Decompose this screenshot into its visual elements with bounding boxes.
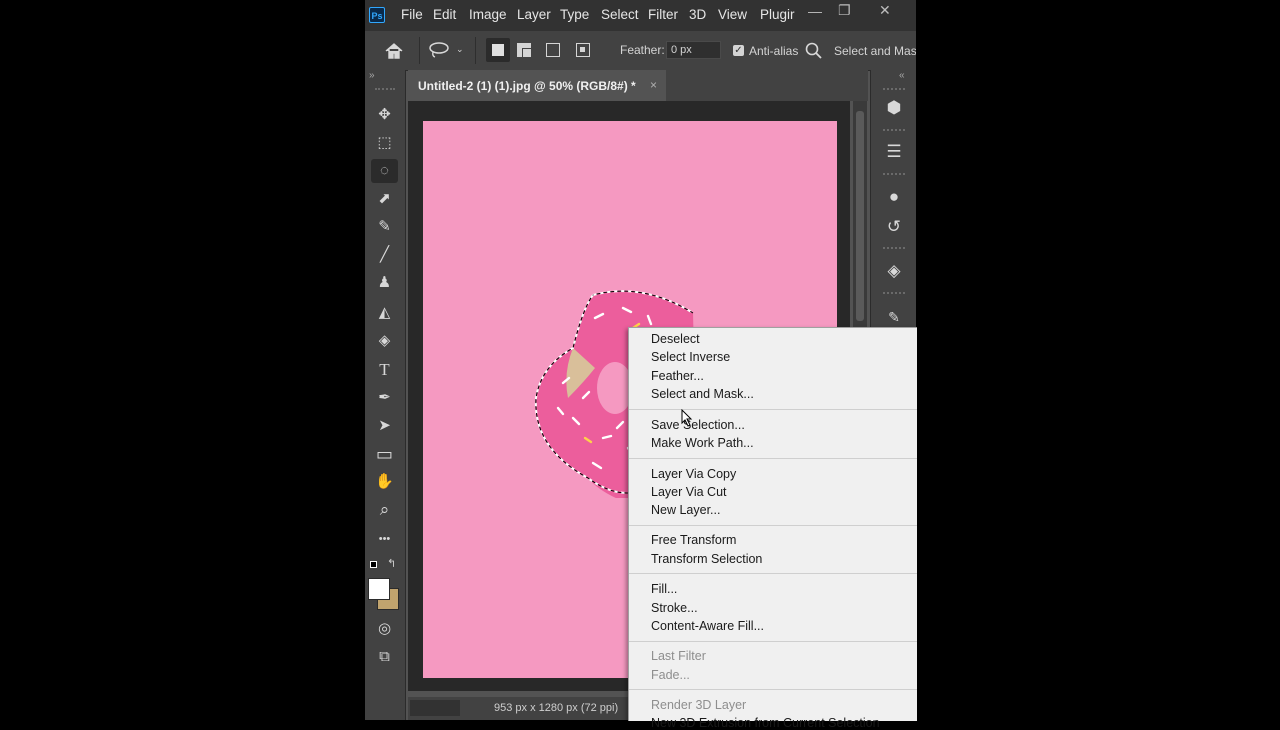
options-bar: ⌄ Feather: 0 px ✓ Anti-alias Select and … [365,31,916,71]
anti-alias-checkbox[interactable]: ✓ [733,45,744,56]
document-dimensions: 953 px x 1280 px (72 ppi) [494,702,619,714]
menu-view[interactable]: View [718,7,747,22]
menu-item-layer-via-copy[interactable]: Layer Via Copy [651,467,736,481]
menu-image[interactable]: Image [469,7,507,22]
menu-item-stroke[interactable]: Stroke... [651,601,698,615]
adjustments-sliders-icon[interactable]: ☰ [880,138,908,166]
eraser-tool-icon[interactable]: ◭ [371,301,398,325]
collapse-arrows-icon[interactable]: » [369,70,375,81]
select-and-mask-button[interactable]: Select and Mask [834,44,916,58]
maximize-button[interactable]: ❐ [838,2,851,19]
more-tools-icon[interactable]: ••• [371,527,398,551]
hand-tool-icon[interactable]: ✋ [371,470,398,494]
panel-grip[interactable] [883,292,905,294]
document-tab-bar: Untitled-2 (1) (1).jpg @ 50% (RGB/8#) * … [408,70,868,101]
search-icon[interactable] [805,42,822,59]
collapse-panels-icon[interactable]: « [899,70,905,81]
menu-separator [629,458,917,459]
add-overlap-icon [522,48,532,58]
panel-grip[interactable] [883,173,905,175]
eyedropper-tool-icon[interactable]: ✎ [371,215,398,239]
move-tool-icon[interactable]: ✥ [371,103,398,127]
lasso-tool-preset-icon[interactable] [428,41,450,59]
document-tab[interactable]: Untitled-2 (1) (1).jpg @ 50% (RGB/8#) * … [408,70,666,101]
history-icon[interactable]: ↺ [880,213,908,241]
panel-grip[interactable] [375,88,395,90]
menu-item-layer-via-cut[interactable]: Layer Via Cut [651,485,727,499]
menu-item-transform-selection[interactable]: Transform Selection [651,552,762,566]
subtract-from-selection-icon[interactable] [546,43,560,57]
chevron-down-icon[interactable]: ⌄ [456,44,464,55]
menu-plugins[interactable]: Plugir [760,7,795,22]
foreground-color-swatch[interactable] [368,578,390,600]
divider [419,37,420,64]
menu-select[interactable]: Select [601,7,639,22]
brush-tool-icon[interactable]: ╱ [371,243,398,267]
menu-item-free-transform[interactable]: Free Transform [651,533,736,547]
marquee-tool-icon[interactable]: ⬚ [371,131,398,155]
menu-item-render-3d-layer: Render 3D Layer [651,698,747,712]
menu-separator [629,409,917,410]
menu-item-fill[interactable]: Fill... [651,582,677,596]
menu-item-select-and-mask[interactable]: Select and Mask... [651,387,754,401]
layers-icon[interactable]: ◈ [880,257,908,285]
menu-layer[interactable]: Layer [517,7,551,22]
menu-separator [629,573,917,574]
default-colors-icon[interactable] [370,561,377,568]
screen-mode-icon[interactable]: ⧉ [371,645,398,669]
menu-item-content-aware-fill[interactable]: Content-Aware Fill... [651,619,764,633]
scrollbar-thumb[interactable] [856,111,864,321]
menu-separator [629,689,917,690]
minimize-button[interactable]: — [808,3,822,19]
anti-alias-label: Anti-alias [749,44,799,58]
panel-grip[interactable] [883,129,905,131]
panel-grip[interactable] [883,247,905,249]
panel-grip[interactable] [883,88,905,90]
swap-colors-icon[interactable]: ↰ [387,557,396,570]
zoom-level-field[interactable] [410,700,460,716]
object-selection-tool-icon[interactable]: ⬈ [371,187,398,211]
zoom-tool-icon[interactable]: ⌕ [371,498,398,522]
paint-bucket-tool-icon[interactable]: ◈ [371,329,398,353]
menu-edit[interactable]: Edit [433,7,456,22]
menu-separator [629,641,917,642]
divider [475,37,476,64]
new-selection-button[interactable] [486,38,510,62]
mouse-cursor-icon [681,409,693,427]
rectangle-tool-icon[interactable]: ▭ [371,442,398,466]
menu-item-feather[interactable]: Feather... [651,369,704,383]
quick-mask-icon[interactable]: ◎ [371,617,398,641]
close-tab-icon[interactable]: × [650,78,657,92]
feather-input[interactable]: 0 px [666,41,721,59]
document-tab-title: Untitled-2 (1) (1).jpg @ 50% (RGB/8#) * [418,79,636,93]
selection-context-menu: Deselect Select Inverse Feather... Selec… [628,327,917,730]
title-bar: Ps File Edit Image Layer Type Select Fil… [365,0,916,31]
menu-type[interactable]: Type [560,7,589,22]
menu-item-new-3d-extrusion[interactable]: New 3D Extrusion from Current Selection [651,716,880,730]
pen-tool-icon[interactable]: ✒ [371,386,398,410]
menu-item-deselect[interactable]: Deselect [651,332,700,346]
type-tool-icon[interactable]: T [371,358,398,382]
menu-item-save-selection[interactable]: Save Selection... [651,418,745,432]
feather-label: Feather: [620,43,665,57]
3d-cube-icon[interactable]: ⬢ [880,94,908,122]
path-selection-tool-icon[interactable]: ➤ [371,414,398,438]
menu-item-make-work-path[interactable]: Make Work Path... [651,436,754,450]
channels-icon[interactable]: ● [880,183,908,211]
menu-filter[interactable]: Filter [648,7,678,22]
menu-file[interactable]: File [401,7,423,22]
tools-panel: » ✥ ⬚ ◌ ⬈ ✎ ╱ ♟ ◭ ◈ T ✒ ➤ ▭ ✋ ⌕ ••• ↰ ◎ … [365,70,406,720]
clone-stamp-tool-icon[interactable]: ♟ [371,271,398,295]
menu-3d[interactable]: 3D [689,7,706,22]
photoshop-logo-icon: Ps [369,7,385,23]
menu-item-select-inverse[interactable]: Select Inverse [651,350,730,364]
intersect-with-selection-icon[interactable] [576,43,590,57]
home-icon[interactable] [384,42,404,60]
menu-separator [629,525,917,526]
menu-item-last-filter: Last Filter [651,649,706,663]
lasso-tool-icon[interactable]: ◌ [371,159,398,183]
menu-item-fade: Fade... [651,668,690,682]
close-window-button[interactable]: ✕ [879,2,891,19]
menu-item-new-layer[interactable]: New Layer... [651,503,720,517]
